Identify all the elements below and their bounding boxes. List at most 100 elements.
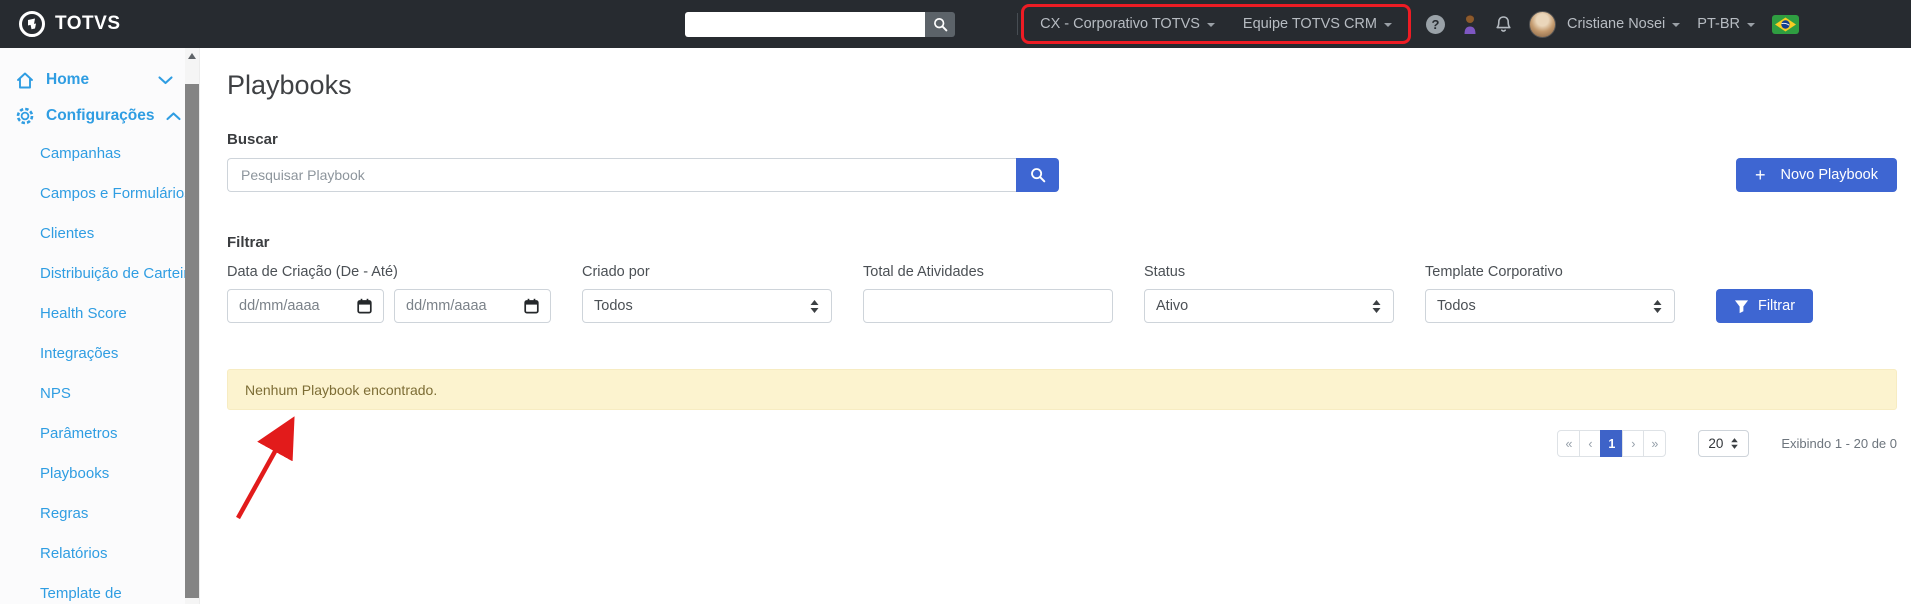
calendar-icon[interactable] [357, 298, 372, 314]
global-search [685, 11, 956, 37]
brand-name: TOTVS [55, 13, 121, 34]
last-page-button[interactable]: » [1643, 430, 1667, 457]
sidebar-scrollbar[interactable] [185, 48, 199, 604]
page-layout: Home Configurações Campanhas Campos e Fo… [0, 48, 1911, 604]
search-icon [933, 17, 948, 32]
home-icon [15, 71, 35, 90]
playbook-search-button[interactable] [1016, 158, 1059, 192]
select-arrows-icon [1730, 437, 1739, 450]
filter-status: Status Ativo [1144, 264, 1394, 323]
total-activities-input[interactable] [863, 289, 1113, 323]
sidebar-item-distribuicao-de-carteira[interactable]: Distribuição de Carteira [0, 254, 197, 294]
sidebar-item-home[interactable]: Home [0, 62, 185, 98]
sidebar-item-parametros[interactable]: Parâmetros [0, 414, 185, 454]
scrollbar-up-arrow-icon[interactable] [188, 53, 196, 59]
scrollbar-thumb[interactable] [185, 84, 199, 598]
filter-total-activities: Total de Atividades [863, 264, 1113, 323]
sidebar-item-health-score[interactable]: Health Score [0, 294, 185, 334]
totvs-logo-icon [18, 10, 46, 38]
organization-dropdown[interactable]: CX - Corporativo TOTVS [1040, 16, 1215, 32]
topbar: TOTVS CX - Corporativo TOTVS Equipe TOTV… [0, 0, 1911, 48]
topbar-icons: ? Cristiane Nosei PT-BR [1425, 10, 1911, 38]
date-placeholder: dd/mm/aaaa [239, 298, 320, 314]
select-arrows-icon [1652, 299, 1663, 314]
pagination-row: « ‹ 1 › » 20 Exibindo 1 - 20 de 0 [227, 430, 1897, 457]
brazil-flag-icon [1772, 14, 1799, 34]
select-arrows-icon [809, 299, 820, 314]
help-icon[interactable]: ? [1425, 14, 1445, 34]
playbook-search [227, 158, 1059, 192]
sidebar-item-configuracoes[interactable]: Configurações [0, 98, 185, 134]
sidebar-item-template-de-mensagem[interactable]: Template de Mensagem [0, 574, 185, 604]
filter-creation-date: Data de Criação (De - Até) dd/mm/aaaa dd… [227, 264, 551, 323]
filter-corporate-template: Template Corporativo Todos [1425, 264, 1675, 323]
next-page-button[interactable]: › [1622, 430, 1645, 457]
caret-down-icon [1383, 23, 1392, 27]
caret-down-icon [1206, 23, 1215, 27]
filter-created-by-label: Criado por [582, 264, 650, 280]
first-page-button[interactable]: « [1557, 430, 1581, 457]
annotation-highlight-box: CX - Corporativo TOTVS Equipe TOTVS CRM [1021, 4, 1411, 44]
search-row: + Novo Playbook [227, 158, 1897, 192]
sidebar-item-clientes[interactable]: Clientes [0, 214, 185, 254]
corporate-template-select-value: Todos [1437, 298, 1476, 314]
status-select[interactable]: Ativo [1144, 289, 1394, 323]
prev-page-button[interactable]: ‹ [1579, 430, 1602, 457]
filter-button-label: Filtrar [1757, 298, 1796, 314]
user-avatar [1528, 10, 1556, 38]
playbook-search-input[interactable] [227, 158, 1016, 192]
sidebar-item-relatorios[interactable]: Relatórios [0, 534, 185, 574]
filter-created-by: Criado por Todos [582, 264, 832, 323]
funnel-icon [1734, 299, 1749, 314]
search-section-label: Buscar [227, 131, 278, 148]
language-dropdown[interactable]: PT-BR [1697, 16, 1755, 32]
filter-button[interactable]: Filtrar [1716, 289, 1813, 323]
sidebar-item-label: Home [46, 71, 90, 88]
date-placeholder: dd/mm/aaaa [406, 298, 487, 314]
totvs-logo[interactable]: TOTVS [18, 10, 121, 38]
filter-corporate-template-label: Template Corporativo [1425, 264, 1563, 280]
team-dropdown[interactable]: Equipe TOTVS CRM [1243, 16, 1392, 32]
date-from-input[interactable]: dd/mm/aaaa [227, 289, 384, 323]
chevron-up-icon [165, 111, 181, 121]
sidebar-item-integracoes[interactable]: Integrações [0, 334, 185, 374]
chevron-down-icon [158, 75, 173, 85]
page-size-value: 20 [1708, 436, 1724, 451]
organization-dropdown-label: CX - Corporativo TOTVS [1040, 16, 1200, 32]
user-menu[interactable]: Cristiane Nosei [1528, 10, 1681, 38]
page-1-button[interactable]: 1 [1600, 430, 1624, 457]
sidebar-item-regras[interactable]: Regras [0, 494, 185, 534]
empty-state-alert: Nenhum Playbook encontrado. [227, 369, 1897, 410]
sidebar-item-nps[interactable]: NPS [0, 374, 185, 414]
date-to-input[interactable]: dd/mm/aaaa [394, 289, 551, 323]
gear-icon [15, 106, 35, 126]
sidebar-item-campanhas[interactable]: Campanhas [0, 134, 185, 174]
corporate-template-select[interactable]: Todos [1425, 289, 1675, 323]
annotation-arrow [236, 416, 295, 520]
pagination-summary: Exibindo 1 - 20 de 0 [1781, 436, 1897, 451]
caret-down-icon [1672, 23, 1681, 27]
global-search-button[interactable] [925, 11, 956, 37]
filter-status-label: Status [1144, 264, 1186, 280]
new-playbook-button[interactable]: + Novo Playbook [1735, 158, 1897, 192]
status-select-value: Ativo [1156, 298, 1189, 314]
search-icon [1030, 167, 1046, 183]
select-arrows-icon [1371, 299, 1382, 314]
filter-section-label: Filtrar [227, 234, 270, 251]
sidebar-item-playbooks[interactable]: Playbooks [0, 454, 185, 494]
sidebar-item-campos-e-formularios[interactable]: Campos e Formulários [0, 174, 192, 214]
calendar-icon[interactable] [524, 298, 539, 314]
main-content: Playbooks Buscar + Novo Playbook [199, 48, 1911, 604]
topbar-divider [1017, 13, 1019, 35]
created-by-select[interactable]: Todos [582, 289, 832, 323]
bell-icon[interactable] [1495, 15, 1512, 34]
filter-creation-date-label: Data de Criação (De - Até) [227, 264, 398, 280]
language-label: PT-BR [1697, 16, 1740, 32]
pagination: « ‹ 1 › » [1557, 430, 1667, 457]
person-icon[interactable] [1462, 13, 1478, 35]
global-search-input[interactable] [685, 11, 926, 37]
team-dropdown-label: Equipe TOTVS CRM [1242, 16, 1377, 32]
sidebar-item-label: Configurações [46, 107, 155, 124]
page-size-select[interactable]: 20 [1698, 430, 1750, 457]
sidebar: Home Configurações Campanhas Campos e Fo… [0, 48, 197, 604]
